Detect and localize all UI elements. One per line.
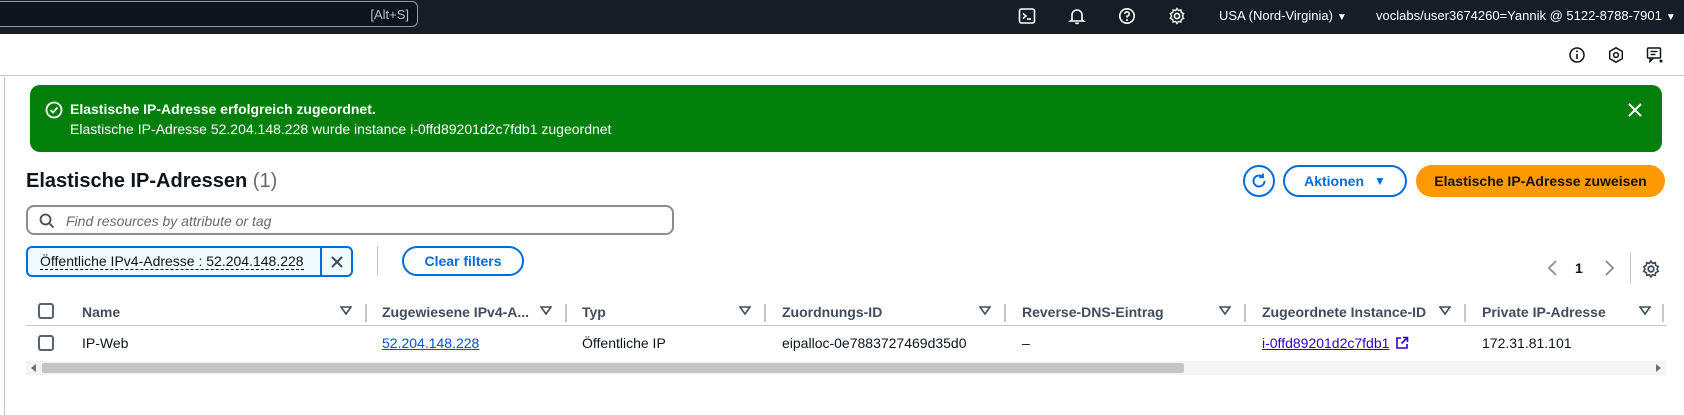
column-header-name[interactable]: Name — [82, 304, 120, 320]
hexagon-settings-icon[interactable] — [1607, 46, 1627, 66]
account-menu[interactable]: voclabs/user3674260=Yannik @ 5122-8788-7… — [1376, 8, 1676, 23]
horizontal-scrollbar[interactable] — [26, 361, 1666, 375]
close-icon — [330, 255, 343, 268]
scroll-left-arrow-icon[interactable] — [31, 364, 36, 372]
cell-association-id: eipalloc-0e7883727469d35d0 — [782, 335, 967, 351]
column-header-instance-id[interactable]: Zugeordnete Instance-ID — [1262, 304, 1426, 320]
sort-caret-icon[interactable] — [739, 306, 751, 316]
global-search-input[interactable]: [Alt+S] — [0, 1, 418, 27]
region-label: USA (Nord-Virginia) — [1219, 8, 1333, 23]
sort-caret-icon[interactable] — [540, 306, 552, 316]
sort-caret-icon[interactable] — [1219, 306, 1231, 316]
table-header: Name Zugewiesene IPv4-A... Typ Zuordnung… — [26, 300, 1666, 326]
success-check-icon — [45, 101, 63, 119]
filter-input[interactable] — [64, 210, 664, 232]
remove-filter-button[interactable] — [320, 246, 351, 277]
refresh-icon — [1252, 173, 1266, 188]
page-title-text: Elastische IP-Adressen — [26, 170, 248, 192]
refresh-button[interactable] — [1243, 165, 1275, 197]
region-selector[interactable]: USA (Nord-Virginia) ▼ — [1219, 8, 1347, 23]
top-navigation-bar: [Alt+S] USA (Nord-Virginia) ▼ voclabs/use… — [0, 0, 1684, 34]
cell-type: Öffentliche IP — [582, 335, 666, 351]
scroll-right-arrow-icon[interactable] — [1656, 364, 1661, 372]
resource-filter-field[interactable] — [26, 205, 674, 235]
cell-ipv4-link[interactable]: 52.204.148.228 — [382, 335, 479, 351]
clear-filters-label: Clear filters — [424, 253, 502, 269]
close-icon[interactable] — [1624, 99, 1646, 121]
help-icon[interactable] — [1117, 6, 1137, 26]
page-title: Elastische IP-Adressen (1) — [26, 170, 277, 193]
table-preferences-gear-icon[interactable] — [1641, 259, 1661, 279]
table-row[interactable]: IP-Web 52.204.148.228 Öffentliche IP eip… — [26, 326, 1666, 360]
column-header-association-id[interactable]: Zuordnungs-ID — [782, 304, 882, 320]
scrollbar-thumb[interactable] — [42, 363, 1184, 373]
chevron-left-icon[interactable] — [1545, 259, 1561, 277]
cloudshell-icon[interactable] — [1017, 6, 1037, 26]
allocate-elastic-ip-button[interactable]: Elastische IP-Adresse zuweisen — [1416, 165, 1665, 197]
column-resizer[interactable] — [565, 304, 567, 322]
search-shortcut-hint: [Alt+S] — [370, 7, 409, 22]
filter-token-label[interactable]: Öffentliche IPv4-Adresse : 52.204.148.22… — [40, 254, 304, 270]
current-page-number[interactable]: 1 — [1575, 260, 1583, 276]
cell-reverse-dns: – — [1022, 335, 1030, 351]
column-header-reverse-dns[interactable]: Reverse-DNS-Eintrag — [1022, 304, 1164, 320]
cell-name: IP-Web — [82, 335, 129, 351]
console-subheader — [0, 34, 1684, 76]
sort-caret-icon[interactable] — [1439, 306, 1451, 316]
filter-token[interactable]: Öffentliche IPv4-Adresse : 52.204.148.22… — [26, 246, 353, 277]
allocate-label: Elastische IP-Adresse zuweisen — [1434, 173, 1647, 189]
column-resizer[interactable] — [1244, 304, 1246, 322]
caret-down-icon: ▼ — [1336, 12, 1347, 23]
settings-gear-icon[interactable] — [1167, 6, 1187, 26]
notifications-bell-icon[interactable] — [1067, 6, 1087, 26]
feedback-chat-icon[interactable] — [1646, 46, 1666, 66]
item-count: (1) — [252, 170, 278, 192]
column-header-private-ip[interactable]: Private IP-Adresse — [1482, 304, 1606, 320]
info-icon[interactable] — [1568, 46, 1588, 66]
column-resizer[interactable] — [365, 304, 367, 322]
actions-dropdown-button[interactable]: Aktionen ▼ — [1283, 165, 1407, 197]
column-resizer[interactable] — [764, 304, 766, 322]
search-icon — [39, 213, 55, 229]
left-panel-divider — [4, 77, 5, 415]
flash-title: Elastische IP-Adresse erfolgreich zugeor… — [70, 101, 376, 117]
filter-divider — [377, 246, 378, 276]
column-resizer[interactable] — [1004, 304, 1006, 322]
column-resizer[interactable] — [1662, 304, 1664, 322]
select-all-checkbox[interactable] — [38, 303, 54, 319]
column-header-ipv4[interactable]: Zugewiesene IPv4-A... — [382, 304, 529, 320]
instance-id-link[interactable]: i-0ffd89201d2c7fdb1 — [1262, 335, 1389, 351]
column-resizer[interactable] — [1464, 304, 1466, 322]
sort-caret-icon[interactable] — [1639, 306, 1651, 316]
sort-caret-icon[interactable] — [979, 306, 991, 316]
cell-private-ip: 172.31.81.101 — [1482, 335, 1572, 351]
cell-instance-id[interactable]: i-0ffd89201d2c7fdb1 — [1262, 335, 1409, 351]
sort-caret-icon[interactable] — [340, 306, 352, 316]
clear-filters-button[interactable]: Clear filters — [402, 246, 524, 276]
chevron-right-icon[interactable] — [1601, 259, 1617, 277]
caret-down-icon: ▼ — [1374, 174, 1386, 188]
column-header-type[interactable]: Typ — [582, 304, 606, 320]
external-link-icon[interactable] — [1395, 336, 1409, 350]
account-label: voclabs/user3674260=Yannik @ 5122-8788-7… — [1376, 8, 1662, 23]
actions-label: Aktionen — [1304, 173, 1364, 189]
pager-divider — [1630, 252, 1631, 284]
row-select-checkbox[interactable] — [38, 335, 54, 351]
caret-down-icon: ▼ — [1665, 12, 1676, 23]
success-flash-message: Elastische IP-Adresse erfolgreich zugeor… — [30, 85, 1662, 152]
flash-message: Elastische IP-Adresse 52.204.148.228 wur… — [70, 121, 612, 137]
